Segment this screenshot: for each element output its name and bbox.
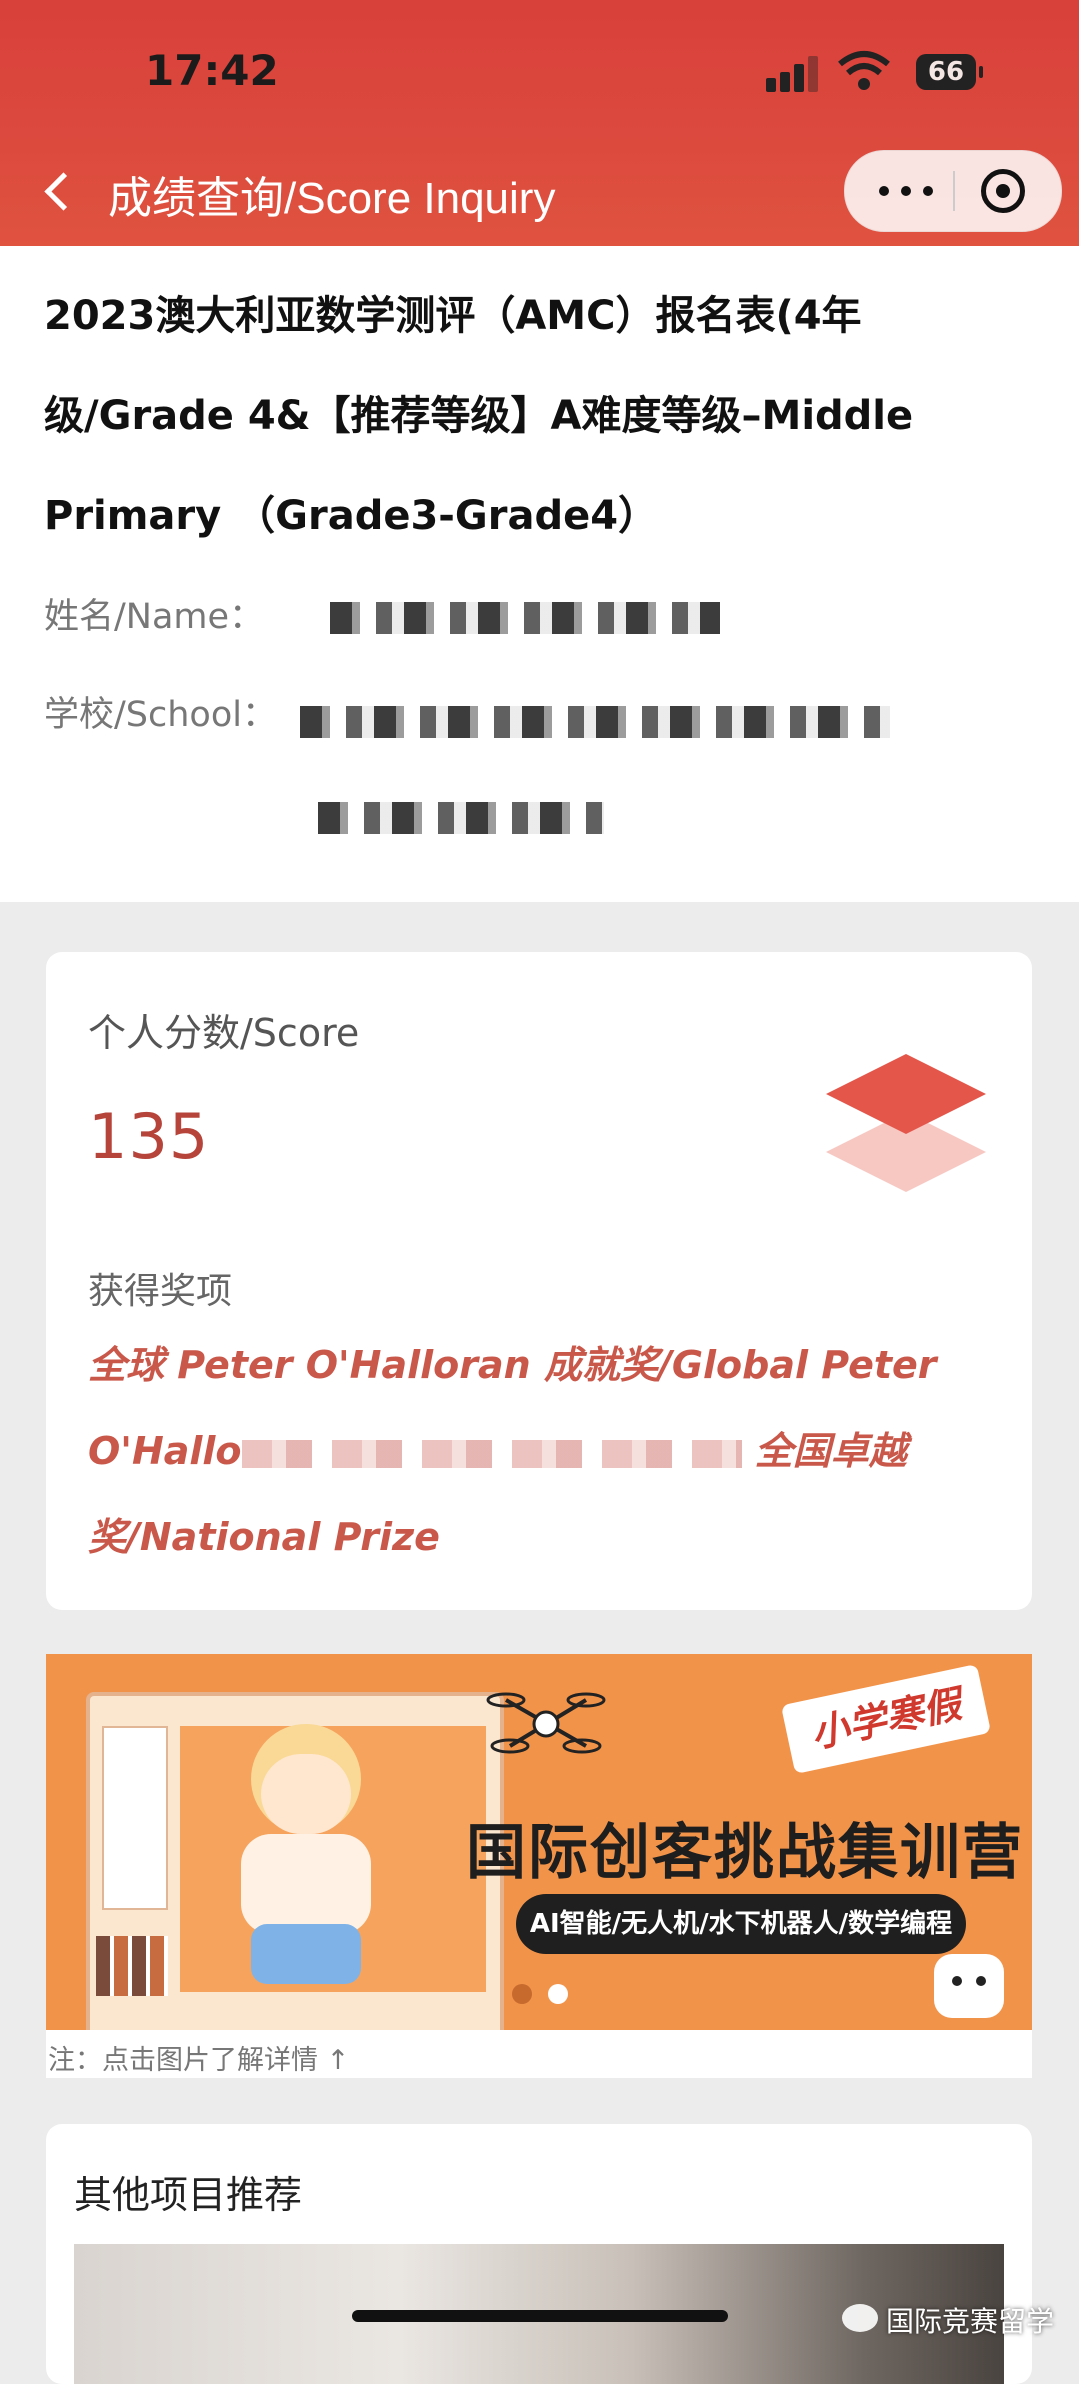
watermark-text: 国际竞赛留学 — [886, 2305, 1055, 2338]
more-icon[interactable] — [879, 181, 939, 201]
score-card: 个人分数/Score 135 获得奖项 全球 Peter O'Halloran … — [46, 952, 1032, 1610]
exam-title: 2023澳大利亚数学测评（AMC）报名表(4年级/Grade 4&【推荐等级】A… — [44, 293, 914, 539]
miniapp-capsule — [844, 150, 1062, 232]
exam-info-section: 2023澳大利亚数学测评（AMC）报名表(4年级/Grade 4&【推荐等级】A… — [0, 246, 1079, 902]
school-value-redacted-2 — [318, 802, 604, 834]
score-label: 个人分数/Score — [88, 1011, 360, 1055]
banner-headline: 国际创客挑战集训营 — [466, 1818, 1024, 1888]
award-text: 全球 Peter O'Halloran 成就奖/Global Peter O'H… — [88, 1343, 937, 1559]
paint-toolbox — [102, 1726, 168, 1910]
carousel-dot-1[interactable] — [512, 1984, 532, 2004]
wifi-icon — [838, 51, 890, 90]
status-time: 17:42 — [145, 46, 279, 95]
robot-icon — [934, 1954, 1004, 2018]
target-icon[interactable] — [981, 169, 1025, 213]
capsule-divider — [953, 171, 955, 211]
signal-icon — [766, 56, 822, 92]
school-value-redacted — [300, 706, 890, 738]
promo-banner-card: 小学寒假 国际创客挑战集训营 AI智能/无人机/水下机器人/数学编程 注：点击图… — [46, 1654, 1032, 2078]
layers-icon — [826, 1054, 986, 1192]
name-label: 姓名/Name： — [44, 597, 265, 637]
wechat-icon — [842, 2304, 878, 2332]
carousel-dot-2[interactable] — [548, 1984, 568, 2004]
school-label: 学校/School： — [44, 695, 277, 735]
banner-note: 注：点击图片了解详情 ↑ — [48, 2045, 350, 2076]
other-projects-card: 其他项目推荐 — [46, 2124, 1032, 2384]
home-indicator — [352, 2310, 728, 2322]
paint-palette — [96, 1936, 168, 1996]
banner-subline: AI智能/无人机/水下机器人/数学编程 — [516, 1894, 966, 1954]
page-title: 成绩查询/Score Inquiry — [108, 174, 556, 223]
back-chevron-icon[interactable] — [36, 162, 84, 222]
award-redacted — [241, 1439, 742, 1468]
score-value: 135 — [88, 1100, 210, 1173]
child-illustration — [231, 1724, 381, 2024]
banner-tag: 小学寒假 — [780, 1663, 992, 1775]
drone-icon — [486, 1692, 606, 1754]
name-value-redacted — [330, 602, 720, 634]
battery-indicator: 66 — [916, 54, 983, 90]
other-projects-title: 其他项目推荐 — [74, 2173, 303, 2217]
top-header: 17:42 66 成绩查询/Score Inquiry — [0, 0, 1079, 246]
promo-banner-image[interactable]: 小学寒假 国际创客挑战集训营 AI智能/无人机/水下机器人/数学编程 — [46, 1654, 1032, 2030]
award-label: 获得奖项 — [88, 1271, 233, 1312]
